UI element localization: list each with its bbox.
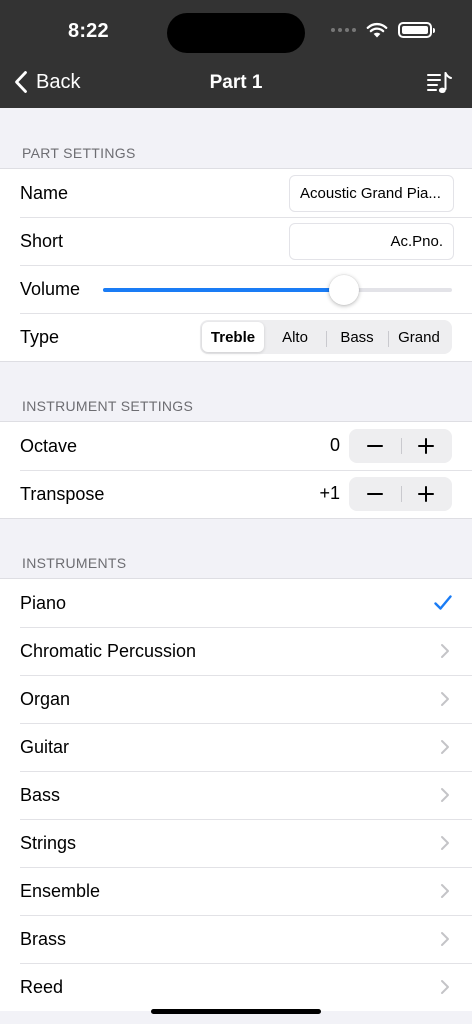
chevron-right-icon: [441, 692, 449, 706]
instrument-row[interactable]: Brass: [0, 915, 472, 963]
instrument-row[interactable]: Piano: [0, 579, 472, 627]
instrument-row[interactable]: Ensemble: [0, 867, 472, 915]
name-label: Name: [20, 182, 69, 203]
volume-slider-fill: [103, 288, 344, 292]
chevron-right-icon: [441, 884, 449, 898]
instrument-label: Brass: [20, 928, 67, 949]
chevron-right-icon: [441, 932, 449, 946]
chevron-right-icon: [441, 788, 449, 802]
transpose-stepper: [349, 477, 452, 511]
instrument-label: Guitar: [20, 736, 70, 757]
instrument-label: Strings: [20, 832, 77, 853]
instruments-list: Piano Chromatic Percussion Organ Guitar Bass…: [0, 578, 472, 1011]
instrument-accessory: [440, 931, 450, 952]
navigation-bar: 8:22 Back Part 1: [0, 0, 472, 108]
name-field[interactable]: Acoustic Grand Pia...: [289, 175, 454, 212]
instruments-header: INSTRUMENTS: [22, 555, 127, 571]
type-option-alto[interactable]: Alto: [264, 322, 326, 352]
clef-type-segmented-control: Treble Alto Bass Grand: [200, 320, 452, 354]
instrument-accessory: [440, 643, 450, 664]
plus-icon: [418, 486, 435, 502]
instrument-row[interactable]: Bass: [0, 771, 472, 819]
volume-slider[interactable]: [103, 275, 452, 305]
short-label: Short: [20, 230, 64, 251]
octave-stepper: [349, 429, 452, 463]
octave-decrement-button[interactable]: [349, 429, 401, 463]
back-button[interactable]: Back: [14, 70, 80, 94]
instrument-accessory: [440, 787, 450, 808]
status-time: 8:22: [68, 20, 109, 42]
type-label: Type: [20, 326, 60, 347]
status-indicators: [331, 22, 435, 38]
chevron-right-icon: [441, 740, 449, 754]
part-settings-header: PART SETTINGS: [22, 145, 136, 161]
volume-row: Volume: [0, 265, 472, 313]
volume-label: Volume: [20, 278, 81, 299]
short-name-field[interactable]: Ac.Pno.: [289, 223, 454, 260]
instrument-label: Organ: [20, 688, 71, 709]
minus-icon: [366, 493, 383, 495]
chevron-left-icon: [15, 71, 27, 93]
transpose-decrement-button[interactable]: [349, 477, 401, 511]
part-settings-group: Name Acoustic Grand Pia... Short Ac.Pno.…: [0, 168, 472, 362]
score-list-button[interactable]: [426, 70, 452, 96]
plus-icon: [418, 438, 435, 454]
octave-label: Octave: [20, 435, 78, 456]
short-row: Short Ac.Pno.: [0, 217, 472, 265]
name-row: Name Acoustic Grand Pia...: [0, 169, 472, 217]
instrument-label: Reed: [20, 976, 64, 997]
instrument-accessory: [434, 595, 452, 616]
instrument-accessory: [440, 883, 450, 904]
instrument-row[interactable]: Guitar: [0, 723, 472, 771]
type-option-grand[interactable]: Grand: [388, 322, 450, 352]
cellular-signal-icon: [331, 28, 356, 32]
type-row: Type Treble Alto Bass Grand: [0, 313, 472, 361]
type-option-treble[interactable]: Treble: [202, 322, 264, 352]
transpose-label: Transpose: [20, 483, 105, 504]
instrument-accessory: [440, 739, 450, 760]
instrument-row[interactable]: Reed: [0, 963, 472, 1011]
minus-icon: [366, 445, 383, 447]
octave-increment-button[interactable]: [400, 429, 453, 463]
battery-icon: [398, 22, 435, 38]
instrument-label: Chromatic Percussion: [20, 640, 197, 661]
instrument-accessory: [440, 979, 450, 1000]
chevron-right-icon: [441, 980, 449, 994]
instrument-settings-header: INSTRUMENT SETTINGS: [22, 398, 194, 414]
instrument-label: Ensemble: [20, 880, 101, 901]
checkmark-icon: [434, 595, 452, 610]
instrument-accessory: [440, 691, 450, 712]
chevron-right-icon: [441, 836, 449, 850]
instrument-row[interactable]: Organ: [0, 675, 472, 723]
transpose-row: Transpose +1: [0, 470, 472, 518]
volume-slider-thumb[interactable]: [328, 275, 359, 305]
instrument-settings-group: Octave 0 Transpose +1: [0, 421, 472, 519]
wifi-icon: [366, 22, 388, 38]
instrument-label: Piano: [20, 592, 67, 613]
music-list-icon: [427, 72, 452, 93]
transpose-value: +1: [319, 483, 340, 503]
type-option-bass[interactable]: Bass: [326, 322, 388, 352]
octave-row: Octave 0: [0, 422, 472, 470]
back-label: Back: [36, 70, 81, 93]
transpose-increment-button[interactable]: [400, 477, 453, 511]
home-indicator: [151, 1009, 321, 1014]
instrument-row[interactable]: Chromatic Percussion: [0, 627, 472, 675]
instrument-accessory: [440, 835, 450, 856]
dynamic-island: [167, 13, 305, 53]
octave-value: 0: [329, 435, 340, 455]
instrument-label: Bass: [20, 784, 61, 805]
chevron-right-icon: [441, 644, 449, 658]
instrument-row[interactable]: Strings: [0, 819, 472, 867]
